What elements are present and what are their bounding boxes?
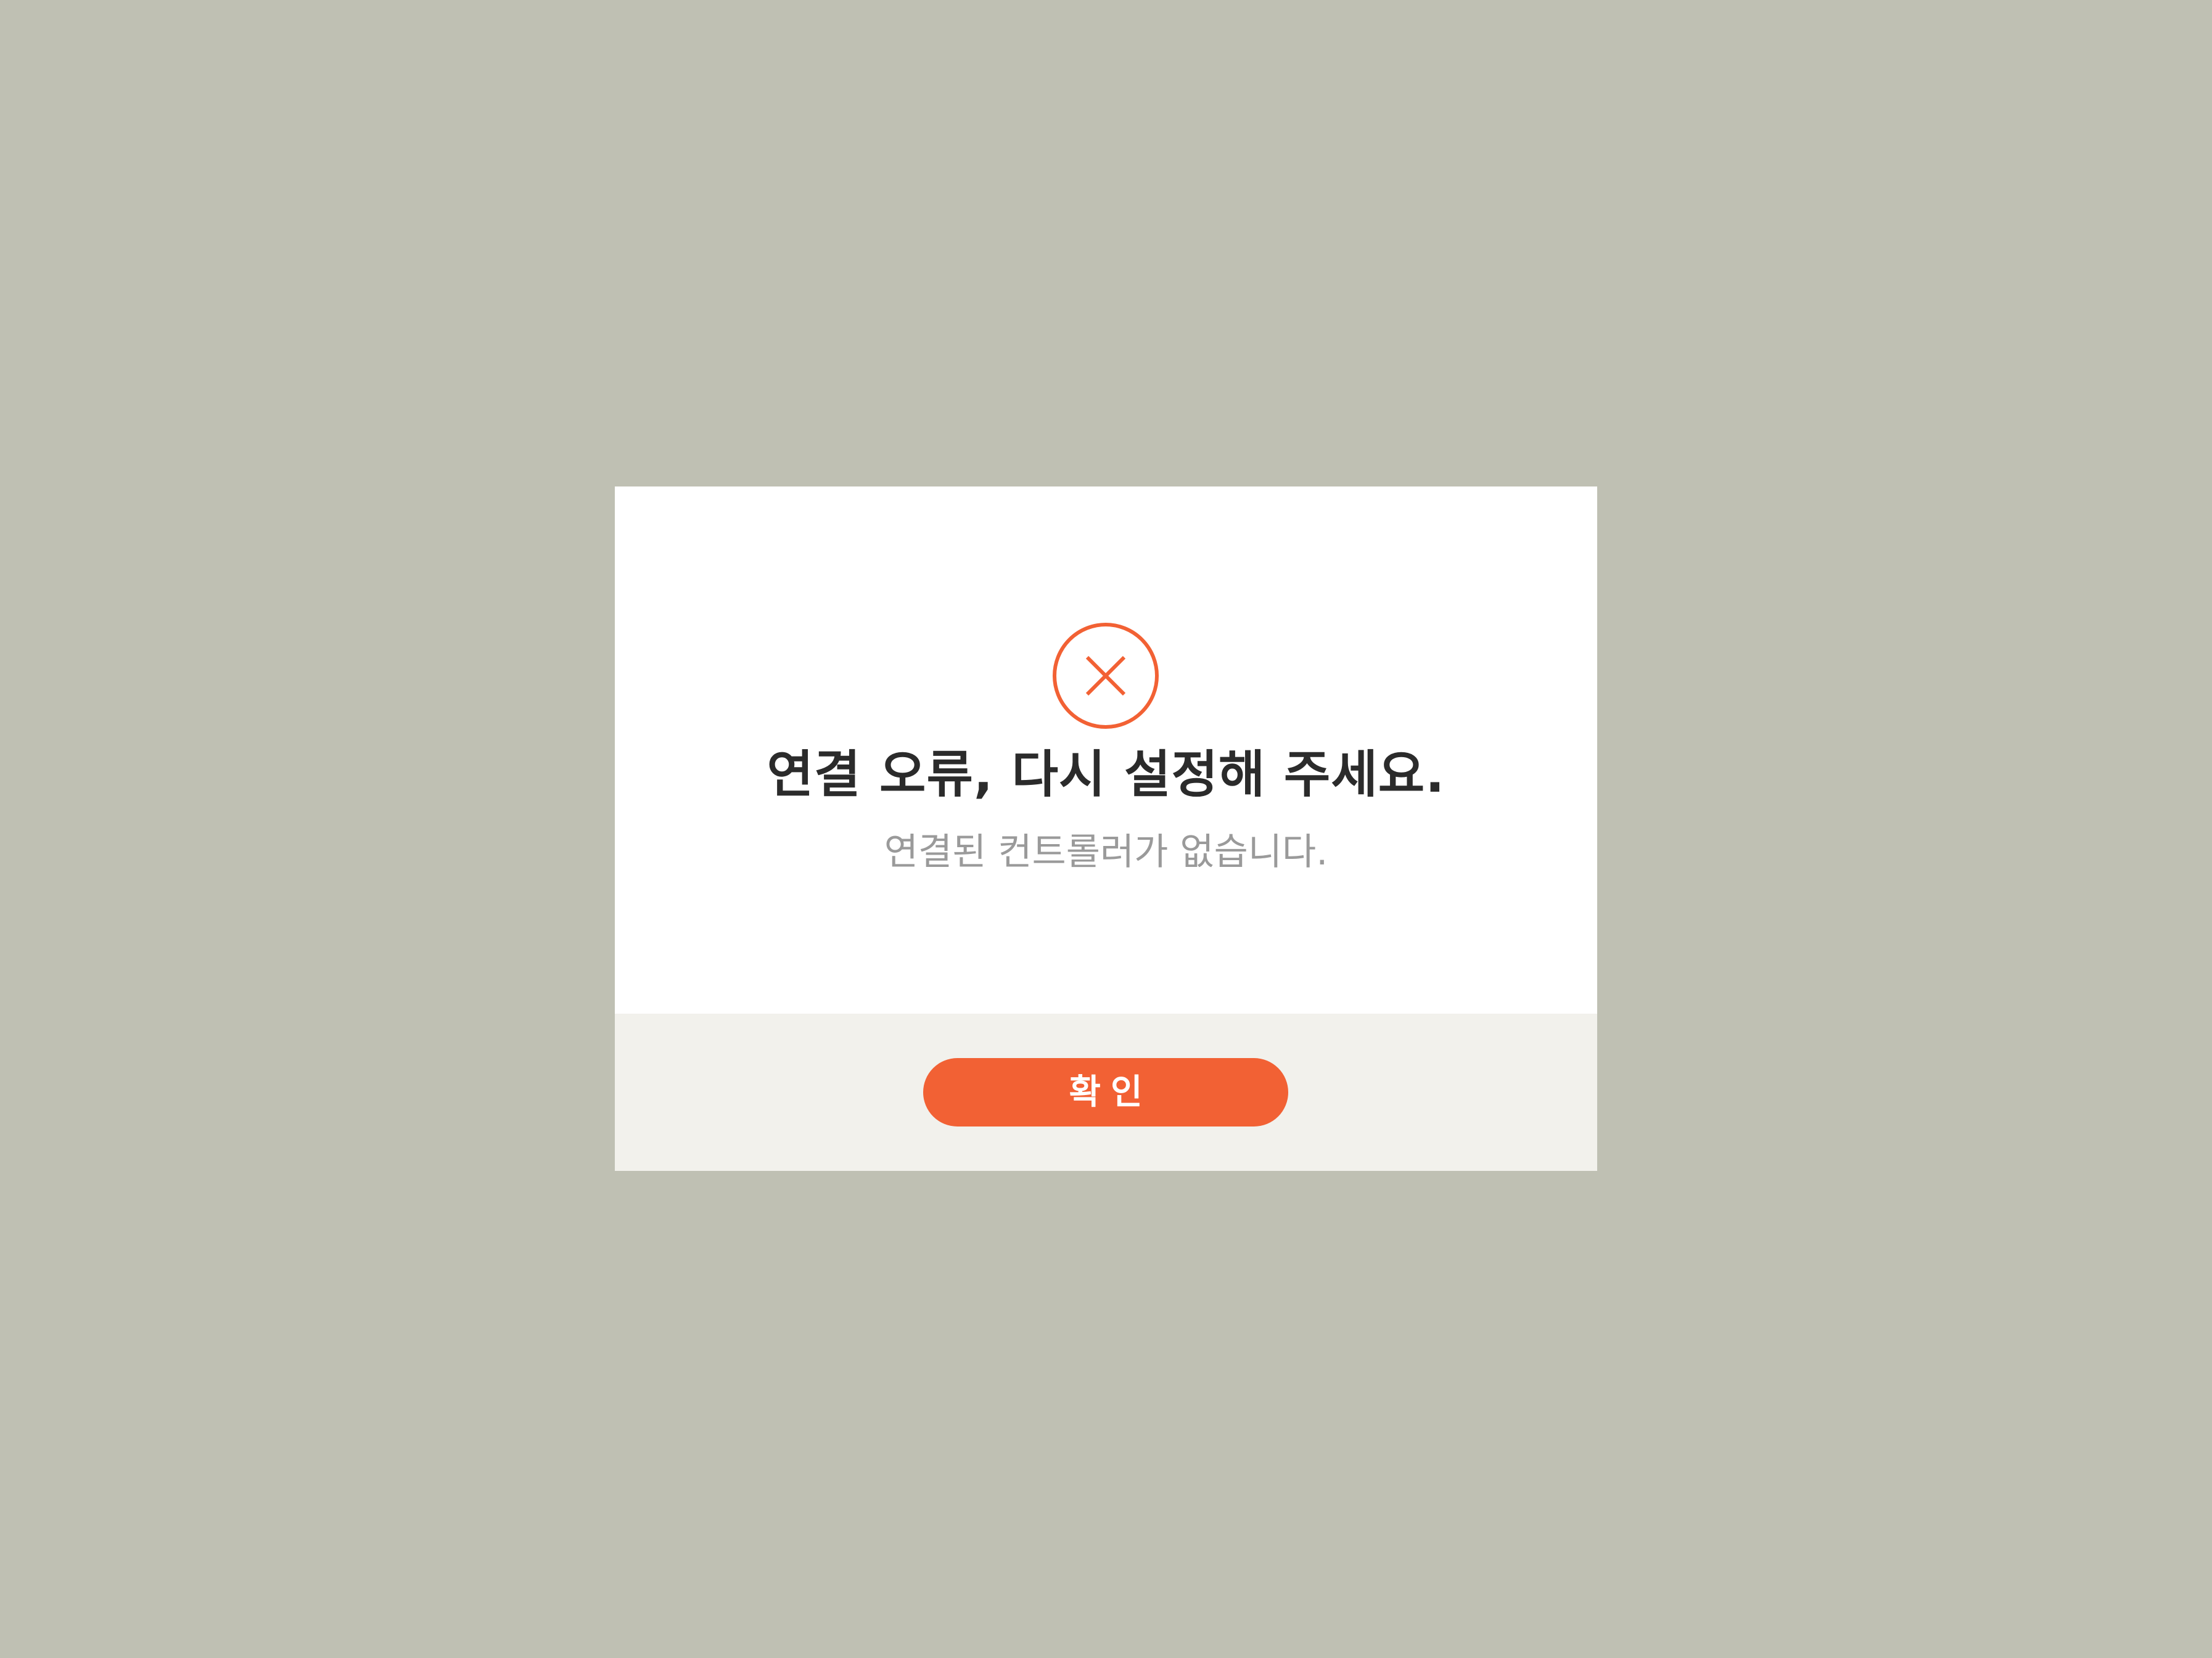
dialog-footer: 확인 bbox=[615, 1014, 1597, 1171]
error-x-circle-icon bbox=[1053, 623, 1159, 729]
dialog-message: 연결된 컨트롤러가 없습니다. bbox=[884, 831, 1328, 874]
dialog-title: 연결 오류, 다시 설정해 주세요. bbox=[767, 745, 1445, 804]
confirm-button[interactable]: 확인 bbox=[923, 1058, 1288, 1127]
error-dialog: 연결 오류, 다시 설정해 주세요. 연결된 컨트롤러가 없습니다. 확인 bbox=[615, 486, 1597, 1171]
dialog-body: 연결 오류, 다시 설정해 주세요. 연결된 컨트롤러가 없습니다. bbox=[615, 486, 1597, 1014]
